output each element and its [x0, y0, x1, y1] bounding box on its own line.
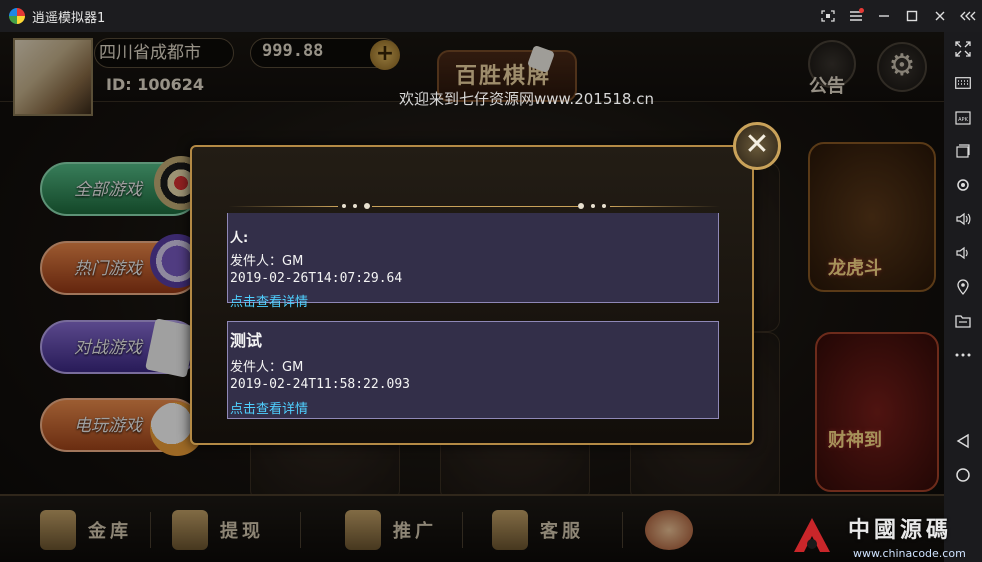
multi-window-icon[interactable]	[944, 136, 982, 166]
ornament-dot	[578, 203, 584, 209]
ornament-dot	[353, 204, 357, 208]
mail-detail-link[interactable]: 点击查看详情	[230, 398, 308, 417]
settings-icon[interactable]	[944, 170, 982, 200]
mail-title: 人:	[230, 231, 249, 246]
mail-time: 2019-02-26T14:07:29.64	[230, 271, 403, 286]
back-icon[interactable]	[944, 426, 982, 456]
folder-icon[interactable]	[944, 306, 982, 336]
keyboard-icon[interactable]	[944, 68, 982, 98]
emulator-titlebar: 逍遥模拟器1	[0, 0, 982, 32]
ornament-dot	[364, 203, 370, 209]
ornament-dot	[342, 204, 346, 208]
menu-icon[interactable]	[842, 0, 870, 32]
svg-text:APK: APK	[958, 117, 968, 123]
window-title: 逍遥模拟器1	[32, 10, 106, 26]
volume-up-icon[interactable]	[944, 204, 982, 234]
mail-sender: 发件人：GM	[230, 360, 304, 375]
home-icon[interactable]	[944, 460, 982, 490]
screenshot-icon[interactable]	[814, 0, 842, 32]
volume-down-icon[interactable]	[944, 238, 982, 268]
welcome-marquee: 欢迎来到七仔资源网www.201518.cn	[399, 90, 654, 108]
collapse-sidebar-icon[interactable]	[954, 0, 982, 32]
emulator-sidebar: APK	[944, 32, 982, 562]
mail-title: 测试	[230, 331, 263, 350]
window-controls	[814, 0, 982, 32]
dialog-ornament	[228, 198, 720, 214]
more-icon[interactable]	[944, 340, 982, 370]
watermark-logo-icon	[794, 518, 830, 552]
mail-detail-link[interactable]: 点击查看详情	[230, 291, 308, 310]
ornament-line	[610, 206, 720, 207]
app-logo-icon	[9, 8, 25, 24]
minimize-icon[interactable]	[870, 0, 898, 32]
close-window-icon[interactable]	[926, 0, 954, 32]
location-icon[interactable]	[944, 272, 982, 302]
ornament-dot	[602, 204, 606, 208]
watermark-url: www.chinacode.com	[853, 547, 966, 560]
apk-install-icon[interactable]: APK	[944, 102, 982, 132]
ornament-dot	[591, 204, 595, 208]
watermark-text: 中國源碼	[848, 518, 953, 543]
mail-time: 2019-02-24T11:58:22.093	[230, 377, 411, 392]
mail-item[interactable]: 人: 发件人：GM 2019-02-26T14:07:29.64 点击查看详情	[227, 213, 719, 310]
ornament-line	[372, 206, 578, 207]
mail-list[interactable]: 人: 发件人：GM 2019-02-26T14:07:29.64 点击查看详情 …	[227, 213, 719, 440]
mail-sender: 发件人：GM	[230, 254, 304, 269]
fullscreen-icon[interactable]	[944, 34, 982, 64]
ornament-line	[228, 206, 338, 207]
notification-dot	[859, 8, 864, 13]
mail-item[interactable]: 测试 发件人：GM 2019-02-24T11:58:22.093 点击查看详情	[227, 321, 719, 419]
close-dialog-button[interactable]: ✕	[733, 122, 781, 170]
maximize-icon[interactable]	[898, 0, 926, 32]
